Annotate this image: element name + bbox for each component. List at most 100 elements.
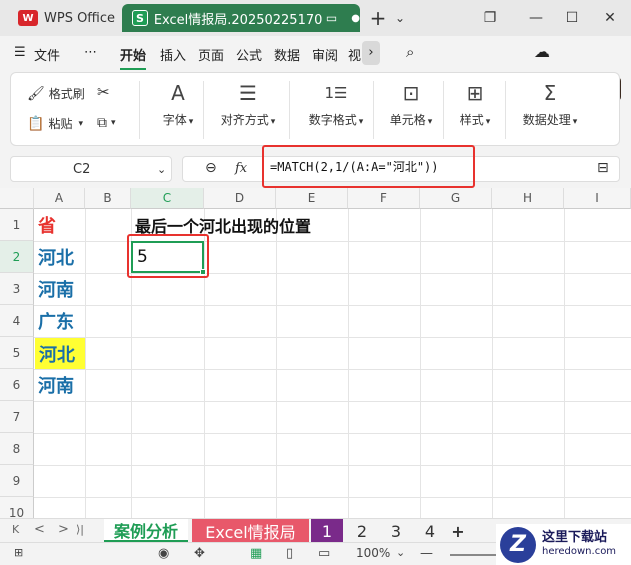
zoom-out-icon[interactable]: ⊖	[205, 160, 217, 176]
cell-a6[interactable]: 河南	[34, 369, 85, 401]
menu-file[interactable]: 文件	[34, 45, 60, 64]
normal-view-icon[interactable]: ▦	[250, 546, 262, 561]
column-header-e[interactable]: E	[276, 188, 348, 209]
cell-button[interactable]: ⊡ 单元格 ▾	[383, 81, 439, 128]
row-header-2[interactable]: 2	[0, 241, 34, 273]
macro-icon[interactable]: ⊞	[14, 546, 23, 559]
watermark-logo-icon: Z	[500, 526, 536, 563]
font-button[interactable]: A 字体 ▾	[151, 81, 205, 128]
zoom-level[interactable]: 100%	[356, 546, 390, 560]
tab-list-dropdown-icon[interactable]: ⌄	[390, 8, 410, 28]
next-sheet-icon[interactable]: >	[58, 522, 69, 537]
zoom-slider-track[interactable]	[450, 554, 500, 556]
page-layout-icon[interactable]: ▯	[286, 546, 293, 561]
menu-home[interactable]: 开始	[120, 45, 147, 70]
grid-line	[564, 209, 565, 518]
data-process-caret-icon: ▾	[572, 117, 578, 127]
format-painter-icon: 🖌	[27, 85, 45, 102]
menu-insert[interactable]: 插入	[160, 45, 186, 64]
restore-window-icon[interactable]: ❐	[480, 8, 500, 28]
zoom-caret-icon[interactable]: ⌄	[396, 546, 405, 559]
sheet-tab-4[interactable]: 4	[414, 519, 446, 543]
cell-a2[interactable]: 河北	[34, 241, 85, 273]
cloud-icon[interactable]: ☁	[534, 42, 550, 61]
zoom-out-button[interactable]: —	[420, 546, 433, 561]
paste-caret-icon: ▾	[78, 118, 83, 129]
cell-icon: ⊡	[402, 81, 420, 105]
row-header-9[interactable]: 9	[0, 465, 34, 497]
hamburger-menu-icon[interactable]: ☰	[14, 45, 26, 60]
page-break-icon[interactable]: ▭	[318, 546, 330, 561]
number-format-button[interactable]: 1☰ 数字格式 ▾	[295, 81, 377, 128]
last-sheet-icon[interactable]: ⟩|	[76, 523, 84, 536]
close-button[interactable]: ✕	[600, 8, 620, 28]
maximize-button[interactable]: ☐	[562, 8, 582, 28]
menu-scroll-right-button[interactable]: ›	[362, 41, 380, 65]
ribbon-toolbar: 🖌 格式刷 ✂ 📋 粘贴 ▾ ⧉ ▾ A 字体 ▾ ☰ 对齐方式 ▾ 1☰ 数字格式…	[10, 72, 620, 146]
cell-a3[interactable]: 河南	[34, 273, 85, 305]
align-icon: ☰	[239, 81, 257, 105]
column-header-a[interactable]: A	[34, 188, 85, 209]
column-header-h[interactable]: H	[492, 188, 564, 209]
sheet-tab-excel-info[interactable]: Excel情报局	[192, 519, 309, 543]
new-tab-button[interactable]: +	[368, 6, 388, 30]
sum-icon: Σ	[543, 81, 557, 105]
freeze-icon[interactable]: ✥	[194, 546, 205, 561]
add-sheet-button[interactable]: +	[446, 519, 470, 543]
column-header-d[interactable]: D	[204, 188, 276, 209]
column-header-g[interactable]: G	[420, 188, 492, 209]
column-header-b[interactable]: B	[85, 188, 131, 209]
style-button[interactable]: ⊞ 样式 ▾	[451, 81, 499, 128]
row-header-1[interactable]: 1	[0, 209, 34, 241]
menu-view[interactable]: 视	[348, 45, 361, 64]
prev-sheet-icon[interactable]: <	[34, 522, 45, 537]
menu-data[interactable]: 数据	[274, 45, 300, 64]
row-header-3[interactable]: 3	[0, 273, 34, 305]
cut-icon[interactable]: ✂	[97, 83, 110, 101]
sheet-tab-1[interactable]: 1	[311, 519, 343, 543]
column-header-c[interactable]: C	[131, 188, 204, 209]
cell-a4[interactable]: 广东	[34, 305, 85, 337]
cell-a5[interactable]: 河北	[35, 338, 85, 369]
row-header-8[interactable]: 8	[0, 433, 34, 465]
spreadsheet-grid[interactable]: A B C D E F G H I 1 2 3 4 5 6 7 8 9 10 省…	[0, 188, 631, 518]
menu-page[interactable]: 页面	[198, 45, 224, 64]
first-sheet-icon[interactable]: K	[12, 523, 19, 536]
ribbon-separator	[289, 81, 290, 139]
grid-line	[34, 305, 631, 306]
fx-icon[interactable]: fx	[235, 161, 247, 176]
menu-review[interactable]: 审阅	[312, 45, 338, 64]
copy-icon: ⧉	[97, 115, 107, 131]
copy-button[interactable]: ⧉ ▾	[97, 115, 116, 131]
row-header-5[interactable]: 5	[0, 337, 34, 369]
data-process-button[interactable]: Σ 数据处理 ▾	[515, 81, 585, 128]
column-header-f[interactable]: F	[348, 188, 420, 209]
sheet-tab-case[interactable]: 案例分析	[104, 519, 188, 543]
more-icon[interactable]: ⋯	[84, 45, 97, 60]
expand-formula-icon[interactable]: ⊟	[597, 160, 609, 176]
row-header-4[interactable]: 4	[0, 305, 34, 337]
format-painter-label: 格式刷	[48, 87, 85, 101]
row-header-10[interactable]: 10	[0, 497, 34, 518]
grid-line	[348, 209, 349, 518]
paste-button[interactable]: 📋 粘贴 ▾	[27, 115, 83, 132]
cell-a1[interactable]: 省	[34, 209, 85, 241]
cell-caret-icon: ▾	[427, 117, 433, 127]
sheet-tab-2[interactable]: 2	[346, 519, 378, 543]
menu-formula[interactable]: 公式	[236, 45, 262, 64]
minimize-button[interactable]: —	[526, 8, 546, 28]
row-header-6[interactable]: 6	[0, 369, 34, 401]
eye-protection-icon[interactable]: ◉	[158, 546, 169, 561]
column-header-i[interactable]: I	[564, 188, 631, 209]
name-box[interactable]: C2 ⌄	[10, 156, 172, 182]
name-box-value: C2	[73, 161, 91, 177]
format-painter-button[interactable]: 🖌 格式刷	[27, 85, 85, 102]
sheet-tab-3[interactable]: 3	[380, 519, 412, 543]
row-header-7[interactable]: 7	[0, 401, 34, 433]
tab-excel-file[interactable]: S Excel情报局.202502251708 ▭ ●	[122, 4, 360, 32]
select-all-corner[interactable]	[0, 188, 34, 209]
tab-wps-office[interactable]: W WPS Office	[8, 4, 116, 32]
search-icon[interactable]: ⌕	[406, 43, 414, 61]
tab-excel-file-label: Excel情报局.202502251708	[153, 12, 322, 28]
align-button[interactable]: ☰ 对齐方式 ▾	[211, 81, 285, 128]
